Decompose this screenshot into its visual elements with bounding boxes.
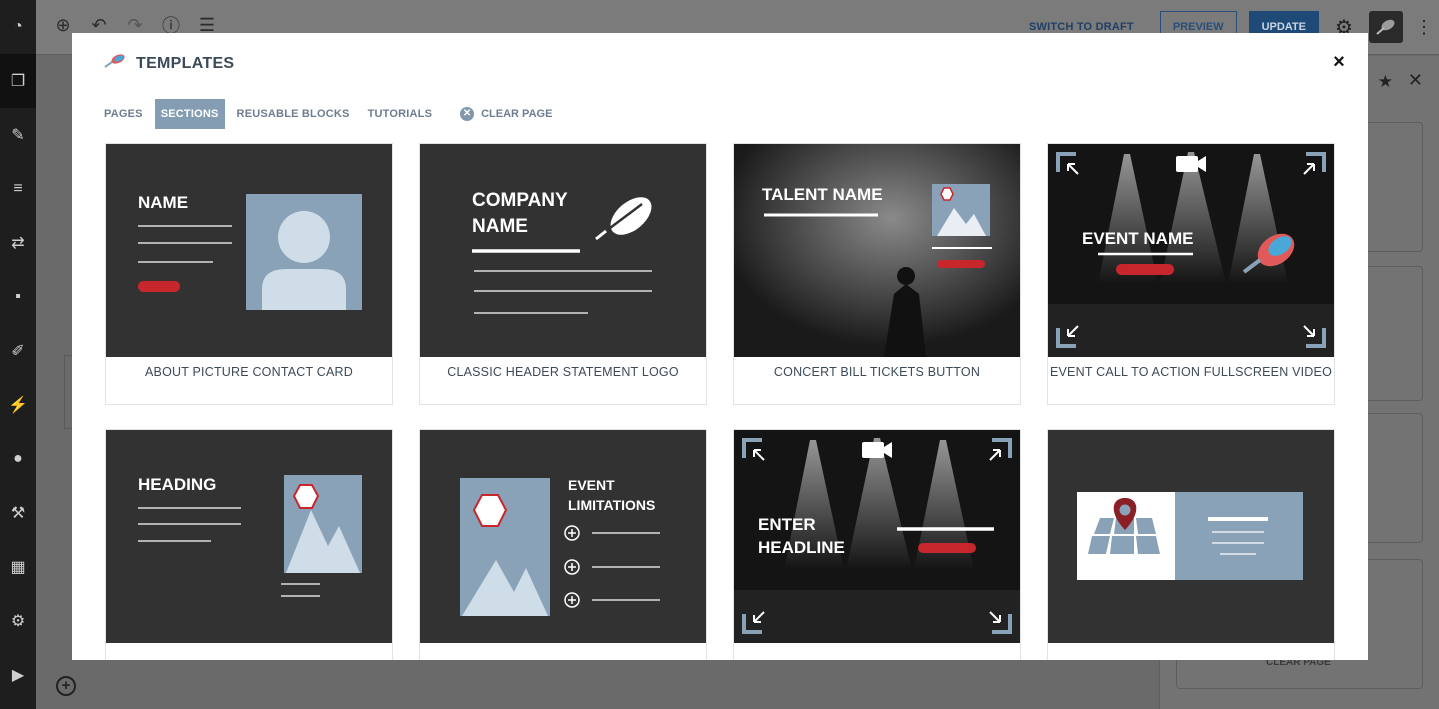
template-thumbnail: EVENT NAME xyxy=(1048,144,1334,357)
templates-modal: TEMPLATES × PAGES SECTIONS REUSABLE BLOC… xyxy=(72,33,1368,660)
template-card[interactable]: COMPANY NAME CLASSIC HEADER STATEMENT LO… xyxy=(419,143,707,405)
template-card[interactable]: NAME ABOUT PICTURE CONTACT CARD xyxy=(105,143,393,405)
thumb-text: HEADLINE xyxy=(758,538,845,557)
template-caption: EVENT CALL TO ACTION FULLSCREEN VIDEO xyxy=(1049,365,1332,379)
thumb-text: NAME xyxy=(472,216,528,237)
feather-icon xyxy=(595,197,652,241)
thumb-text: LIMITATIONS xyxy=(568,497,655,513)
template-caption: CLASSIC HEADER STATEMENT LOGO xyxy=(447,365,679,379)
template-caption: CONCERT BILL TICKETS BUTTON xyxy=(773,365,981,379)
template-thumbnail: TALENT NAME xyxy=(734,144,1020,357)
tab-sections[interactable]: SECTIONS xyxy=(154,99,225,129)
close-modal-icon[interactable]: × xyxy=(1328,51,1350,73)
thumb-text: HEADING xyxy=(138,475,216,494)
template-thumbnail: NAME xyxy=(106,144,392,357)
thumb-text: ENTER xyxy=(758,515,816,534)
template-card[interactable] xyxy=(1047,429,1335,660)
templates-logo-icon xyxy=(104,53,126,74)
template-card[interactable]: ENTER HEADLINE xyxy=(733,429,1021,660)
users-icon[interactable]: ● xyxy=(0,432,36,486)
tools-icon[interactable]: ⚒ xyxy=(0,486,36,540)
thumb-text: EVENT NAME xyxy=(1082,229,1193,248)
settings-grid-icon[interactable]: ▦ xyxy=(0,540,36,594)
admin-sidebar: ◔ ❐ ✎ ≡ ⇄ ▪ ✐ ⚡ ● ⚒ ▦ ⚙ ▶ xyxy=(0,0,36,709)
modal-title: TEMPLATES xyxy=(136,54,235,72)
template-caption: ABOUT PICTURE CONTACT CARD xyxy=(145,365,353,379)
settings-icon[interactable]: ⚙ xyxy=(0,594,36,648)
clear-icon: ✕ xyxy=(460,107,475,121)
template-card[interactable]: EVENT LIMITATIONS xyxy=(419,429,707,660)
template-thumbnail xyxy=(1048,430,1334,643)
template-caption xyxy=(1048,643,1334,660)
appearance-icon[interactable]: ✐ xyxy=(0,324,36,378)
template-caption xyxy=(106,643,392,660)
thumb-text: COMPANY xyxy=(472,190,568,211)
star-icon[interactable]: ★ xyxy=(1378,72,1393,92)
close-panel-icon[interactable]: ✕ xyxy=(1408,70,1423,91)
clear-page-button[interactable]: ✕ CLEAR PAGE xyxy=(460,107,552,121)
more-options-icon[interactable]: ⋮ xyxy=(1415,17,1433,38)
template-card[interactable]: EVENT NAME EVENT CALL TO ACTION FULLSCRE… xyxy=(1047,143,1335,405)
template-thumbnail: HEADING xyxy=(106,430,392,643)
tab-pages[interactable]: PAGES xyxy=(98,99,149,129)
block-outline xyxy=(64,355,72,429)
posts-icon[interactable]: ❐ xyxy=(0,54,36,108)
add-block-icon[interactable]: + xyxy=(56,676,76,696)
tab-reusable-blocks[interactable]: REUSABLE BLOCKS xyxy=(231,99,356,129)
template-card[interactable]: HEADING xyxy=(105,429,393,660)
template-caption xyxy=(420,643,706,660)
template-tabs: PAGES SECTIONS REUSABLE BLOCKS TUTORIALS… xyxy=(98,99,552,129)
switch-to-draft-link[interactable]: SWITCH TO DRAFT xyxy=(1029,21,1134,33)
video-camera-icon xyxy=(1176,156,1206,172)
thumb-text: EVENT xyxy=(568,477,615,493)
menu-icon[interactable]: ≡ xyxy=(0,162,36,216)
template-thumbnail: EVENT LIMITATIONS xyxy=(420,430,706,643)
clear-page-label: CLEAR PAGE xyxy=(481,108,553,120)
template-caption xyxy=(734,643,1020,660)
dashboard-icon[interactable]: ◔ xyxy=(0,0,36,54)
plugins-icon[interactable]: ⚡ xyxy=(0,378,36,432)
template-card[interactable]: TALENT NAME CONCERT BILL TICKETS BUTTON xyxy=(733,143,1021,405)
thumb-text: NAME xyxy=(138,193,188,212)
tab-tutorials[interactable]: TUTORIALS xyxy=(362,99,439,129)
play-icon[interactable]: ▶ xyxy=(0,648,36,702)
template-thumbnail: COMPANY NAME xyxy=(420,144,706,357)
plugin-logo-button[interactable] xyxy=(1369,11,1403,43)
add-icon[interactable]: ⊕ xyxy=(52,14,74,36)
pin-icon[interactable]: ✎ xyxy=(0,108,36,162)
video-camera-icon xyxy=(862,442,892,458)
translate-icon[interactable]: ⇄ xyxy=(0,216,36,270)
thumb-text: TALENT NAME xyxy=(762,185,883,204)
template-thumbnail: ENTER HEADLINE xyxy=(734,430,1020,643)
comments-icon[interactable]: ▪ xyxy=(0,270,36,324)
